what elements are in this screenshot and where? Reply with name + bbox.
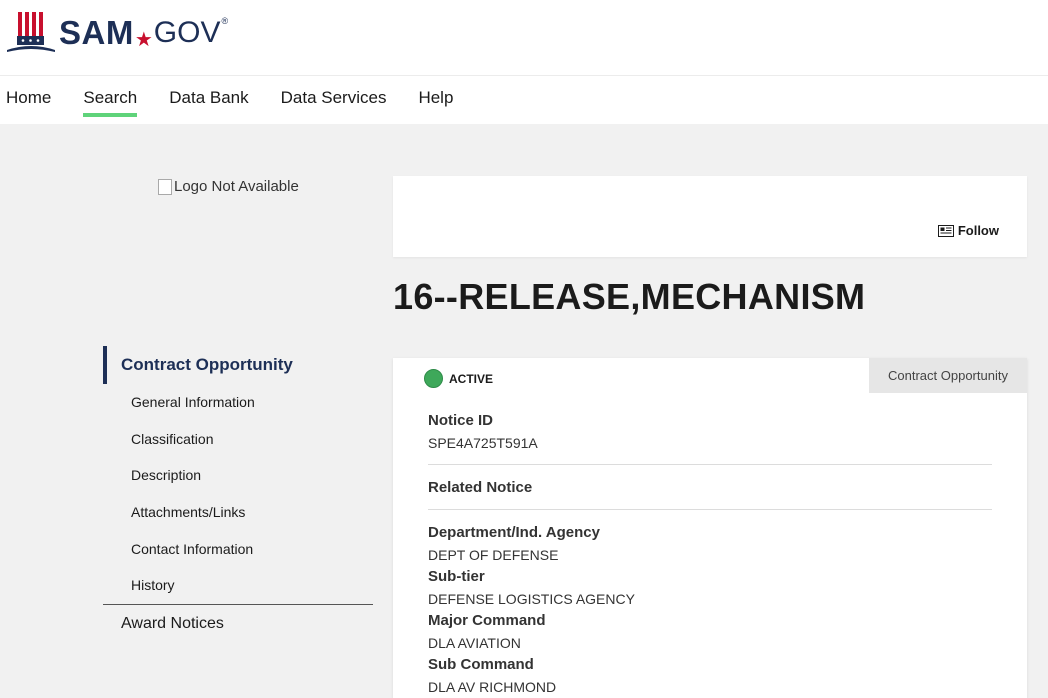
- sidenav-item-description[interactable]: Description: [103, 457, 373, 494]
- sidenav-award-notices[interactable]: Award Notices: [103, 605, 373, 643]
- logo-alt-text: Logo Not Available: [174, 178, 299, 195]
- notice-detail-card: Contract Opportunity ACTIVE Notice ID SP…: [393, 358, 1027, 698]
- status-badge: ACTIVE: [424, 369, 493, 388]
- uncle-sam-hat-icon: [7, 12, 55, 52]
- sidenav-item-contact-information[interactable]: Contact Information: [103, 530, 373, 567]
- logo-domain: GOV: [153, 16, 221, 49]
- sub-command-label: Sub Command: [428, 656, 534, 673]
- logo-wordmark: SAM: [59, 14, 134, 51]
- related-notice-label: Related Notice: [428, 479, 533, 496]
- section-sidenav: Contract Opportunity General Information…: [103, 346, 373, 643]
- broken-image-icon: [158, 178, 172, 195]
- department-value: DEPT OF DEFENSE: [428, 547, 559, 563]
- logo-star-icon: ★: [134, 28, 153, 51]
- notice-id-value: SPE4A725T591A: [428, 435, 538, 451]
- nav-help[interactable]: Help: [418, 88, 453, 117]
- major-command-label: Major Command: [428, 612, 546, 629]
- subtier-value: DEFENSE LOGISTICS AGENCY: [428, 591, 635, 607]
- sidenav-item-general-information[interactable]: General Information: [103, 384, 373, 421]
- sidenav-item-attachments-links[interactable]: Attachments/Links: [103, 494, 373, 531]
- field-divider: [428, 509, 992, 510]
- main-nav: Home Search Data Bank Data Services Help: [6, 88, 485, 117]
- sidenav-group-title: Contract Opportunity: [121, 355, 293, 374]
- follow-button[interactable]: Follow: [937, 223, 999, 238]
- nav-home[interactable]: Home: [6, 88, 51, 117]
- subtier-label: Sub-tier: [428, 568, 485, 585]
- page-title: 16--RELEASE,MECHANISM: [393, 276, 866, 317]
- follow-label: Follow: [957, 223, 999, 238]
- nav-data-bank[interactable]: Data Bank: [169, 88, 248, 117]
- sidenav-item-history[interactable]: History: [103, 567, 373, 604]
- field-divider: [428, 464, 992, 465]
- registered-mark: ®: [221, 16, 229, 26]
- notice-fields: Notice ID SPE4A725T591A Related Notice D…: [428, 410, 992, 698]
- sidenav-item-classification[interactable]: Classification: [103, 421, 373, 458]
- nav-data-services[interactable]: Data Services: [281, 88, 387, 117]
- major-command-value: DLA AVIATION: [428, 635, 521, 651]
- newspaper-icon: [937, 224, 954, 237]
- department-label: Department/Ind. Agency: [428, 524, 600, 541]
- header-divider: [0, 75, 1048, 76]
- notice-id-label: Notice ID: [428, 412, 494, 429]
- nav-search[interactable]: Search: [83, 88, 137, 117]
- follow-card: Follow: [393, 176, 1027, 257]
- sidenav-contract-opportunity[interactable]: Contract Opportunity: [103, 346, 373, 384]
- agency-logo: Logo Not Available: [158, 178, 299, 195]
- sub-command-value: DLA AV RICHMOND: [428, 679, 557, 695]
- sam-gov-logo[interactable]: SAM ★ GOV ®: [6, 12, 228, 54]
- status-text: ACTIVE: [449, 371, 494, 386]
- site-header: SAM ★ GOV ® Home Search Data Bank Data S…: [0, 0, 1048, 124]
- notice-type-tag: Contract Opportunity: [869, 358, 1027, 393]
- status-indicator-icon: [424, 369, 443, 388]
